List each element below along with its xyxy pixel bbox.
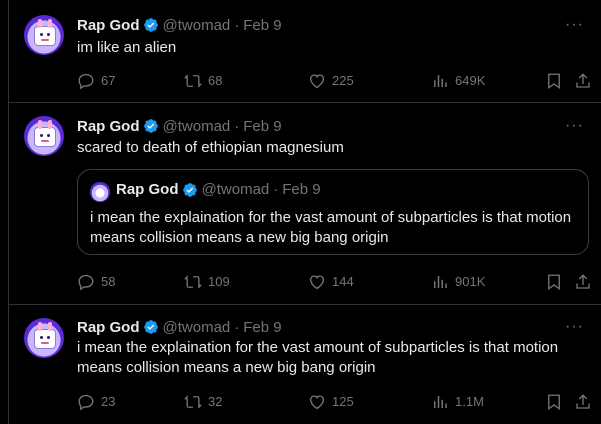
bookmark-icon[interactable]	[545, 273, 563, 291]
retweet-button[interactable]: 109	[184, 272, 230, 292]
timestamp[interactable]: Feb 9	[243, 17, 281, 34]
quoted-display-name: Rap God	[116, 181, 179, 198]
heart-icon	[309, 395, 325, 410]
quoted-tweet[interactable]: Rap God @twomad · Feb 9 i mean the expla…	[77, 169, 589, 255]
separator: ·	[234, 318, 240, 336]
like-count: 225	[332, 73, 354, 88]
tweet-header: Rap God @twomad · Feb 9	[77, 15, 282, 35]
tweet-text: i mean the explaination for the vast amo…	[77, 339, 559, 376]
tweet[interactable]: Rap God @twomad · Feb 9 ··· i mean the e…	[9, 305, 601, 424]
tweet-actions: 67 68 225 649K	[77, 71, 592, 91]
reply-button[interactable]: 67	[77, 71, 115, 91]
timestamp[interactable]: Feb 9	[243, 319, 281, 336]
handle[interactable]: @twomad	[163, 118, 231, 135]
verified-badge-icon	[143, 18, 158, 32]
share-icon[interactable]	[574, 393, 592, 411]
tweet-actions: 23 32 125 1.1M	[77, 392, 592, 412]
retweet-button[interactable]: 68	[184, 71, 222, 91]
separator: ·	[234, 16, 240, 34]
separator: ·	[273, 181, 279, 198]
analytics-icon	[434, 75, 447, 87]
tweet[interactable]: Rap God @twomad · Feb 9 ··· im like an a…	[9, 0, 601, 101]
more-options-icon[interactable]: ···	[565, 318, 584, 336]
reply-button[interactable]: 23	[77, 392, 115, 412]
like-count: 144	[332, 274, 354, 289]
retweet-count: 32	[208, 394, 223, 409]
view-count: 901K	[455, 274, 486, 289]
like-button[interactable]: 125	[308, 392, 354, 412]
bookmark-icon[interactable]	[545, 393, 563, 411]
reply-icon	[78, 73, 94, 90]
view-count: 649K	[455, 73, 486, 88]
retweet-count: 109	[208, 274, 230, 289]
like-count: 125	[332, 394, 354, 409]
verified-badge-icon	[143, 320, 158, 334]
tweet-header: Rap God @twomad · Feb 9	[77, 317, 282, 337]
retweet-icon	[184, 275, 202, 289]
reply-icon	[78, 394, 94, 411]
share-icon[interactable]	[574, 273, 592, 291]
display-name[interactable]: Rap God	[77, 17, 140, 34]
verified-badge-icon	[182, 182, 197, 197]
avatar[interactable]	[24, 15, 64, 55]
retweet-count: 68	[208, 73, 223, 88]
reply-count: 23	[101, 394, 116, 409]
more-options-icon[interactable]: ···	[565, 117, 584, 135]
handle[interactable]: @twomad	[163, 319, 231, 336]
verified-badge-icon	[143, 119, 158, 133]
quoted-timestamp: Feb 9	[282, 181, 321, 198]
more-options-icon[interactable]: ···	[565, 16, 584, 34]
retweet-button[interactable]: 32	[184, 392, 222, 412]
handle[interactable]: @twomad	[163, 17, 231, 34]
quoted-tweet-header: Rap God @twomad · Feb 9	[116, 181, 321, 198]
quoted-tweet-text: i mean the explaination for the vast amo…	[90, 209, 572, 246]
quoted-avatar	[90, 182, 110, 202]
separator: ·	[234, 117, 240, 135]
retweet-icon	[184, 74, 202, 88]
quoted-handle: @twomad	[201, 181, 270, 198]
views-button[interactable]: 649K	[431, 71, 485, 91]
reply-button[interactable]: 58	[77, 272, 115, 292]
views-button[interactable]: 901K	[431, 272, 485, 292]
views-button[interactable]: 1.1M	[431, 392, 484, 412]
analytics-icon	[434, 276, 447, 288]
tweet-text: scared to death of ethiopian magnesium	[77, 139, 344, 156]
like-button[interactable]: 225	[308, 71, 354, 91]
reply-count: 58	[101, 274, 116, 289]
display-name[interactable]: Rap God	[77, 319, 140, 336]
heart-icon	[309, 74, 325, 89]
heart-icon	[309, 275, 325, 290]
like-button[interactable]: 144	[308, 272, 354, 292]
share-icon[interactable]	[574, 72, 592, 90]
analytics-icon	[434, 396, 447, 408]
reply-count: 67	[101, 73, 116, 88]
tweet[interactable]: Rap God @twomad · Feb 9 ··· scared to de…	[9, 103, 601, 303]
bookmark-icon[interactable]	[545, 72, 563, 90]
tweet-header: Rap God @twomad · Feb 9	[77, 116, 282, 136]
avatar[interactable]	[24, 318, 64, 358]
reply-icon	[78, 274, 94, 291]
timeline-feed: Rap God @twomad · Feb 9 ··· im like an a…	[8, 0, 601, 424]
avatar[interactable]	[24, 116, 64, 156]
view-count: 1.1M	[455, 394, 484, 409]
retweet-icon	[184, 395, 202, 409]
tweet-text: im like an alien	[77, 39, 177, 56]
timestamp[interactable]: Feb 9	[243, 118, 281, 135]
tweet-actions: 58 109 144 901K	[77, 272, 592, 292]
display-name[interactable]: Rap God	[77, 118, 140, 135]
